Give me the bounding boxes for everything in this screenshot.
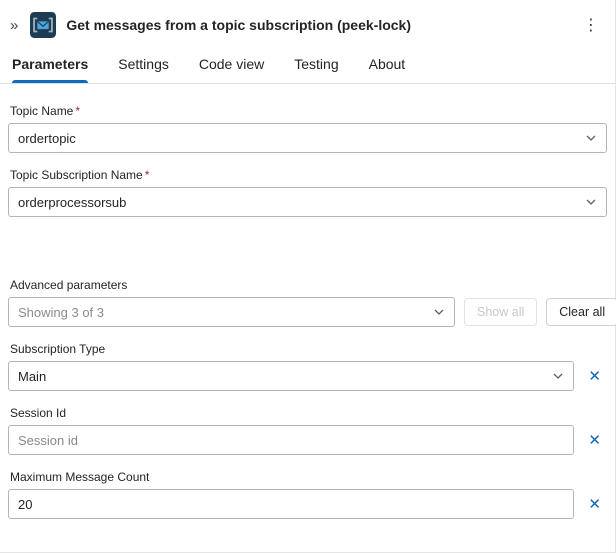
advanced-parameters-dropdown[interactable]: Showing 3 of 3 — [8, 297, 455, 327]
tab-testing[interactable]: Testing — [294, 56, 338, 83]
clear-all-button[interactable]: Clear all — [546, 298, 616, 326]
session-id-row: ✕ — [8, 425, 607, 455]
advanced-parameters-label: Advanced parameters — [10, 278, 128, 292]
tab-code-view[interactable]: Code view — [199, 56, 264, 83]
maximum-message-count-row: ✕ — [8, 489, 607, 519]
chevron-down-icon — [434, 309, 444, 315]
subscription-type-row: Main ✕ — [8, 361, 607, 391]
subscription-type-value: Main — [18, 368, 47, 384]
collapse-panel-icon[interactable]: » — [6, 17, 22, 34]
required-asterisk: * — [75, 104, 81, 118]
session-id-input[interactable] — [8, 425, 575, 455]
service-bus-icon — [30, 12, 57, 38]
tab-settings[interactable]: Settings — [118, 56, 169, 83]
topic-name-value: ordertopic — [18, 130, 76, 146]
action-title: Get messages from a topic subscription (… — [66, 17, 411, 33]
tab-parameters[interactable]: Parameters — [12, 56, 89, 83]
topic-name-dropdown[interactable]: ordertopic — [8, 123, 607, 153]
required-asterisk: * — [144, 168, 150, 182]
chevron-down-icon — [586, 135, 596, 141]
topic-name-label: Topic Name * — [10, 104, 607, 118]
topic-subscription-name-label: Topic Subscription Name * — [10, 168, 607, 182]
advanced-parameters-dropdown-value: Showing 3 of 3 — [18, 304, 105, 320]
remove-subscription-type-icon[interactable]: ✕ — [574, 367, 607, 386]
topic-subscription-name-dropdown[interactable]: orderprocessorsub — [8, 187, 607, 217]
maximum-message-count-label: Maximum Message Count — [10, 470, 150, 484]
tab-bar: Parameters Settings Code view Testing Ab… — [0, 48, 615, 84]
show-all-button[interactable]: Show all — [464, 298, 538, 326]
session-id-label: Session Id — [10, 406, 67, 420]
parameters-panel: Topic Name * ordertopic Topic Subscriptio… — [0, 84, 616, 519]
advanced-parameters-row: Showing 3 of 3 Show all Clear all — [8, 297, 616, 327]
subscription-type-dropdown[interactable]: Main — [8, 361, 575, 391]
remove-maximum-message-count-icon[interactable]: ✕ — [574, 495, 607, 514]
topic-name-label-text: Topic Name — [10, 104, 74, 118]
topic-subscription-name-label-text: Topic Subscription Name — [10, 168, 143, 182]
more-menu-icon[interactable]: ⋮ — [575, 15, 607, 35]
maximum-message-count-input[interactable] — [8, 489, 575, 519]
tab-about[interactable]: About — [369, 56, 406, 83]
chevron-down-icon — [553, 373, 563, 379]
remove-session-id-icon[interactable]: ✕ — [574, 431, 607, 450]
panel-header: » Get messages from a topic subscription… — [0, 0, 615, 48]
topic-subscription-name-value: orderprocessorsub — [18, 194, 127, 210]
subscription-type-label: Subscription Type — [10, 342, 106, 356]
chevron-down-icon — [586, 199, 596, 205]
